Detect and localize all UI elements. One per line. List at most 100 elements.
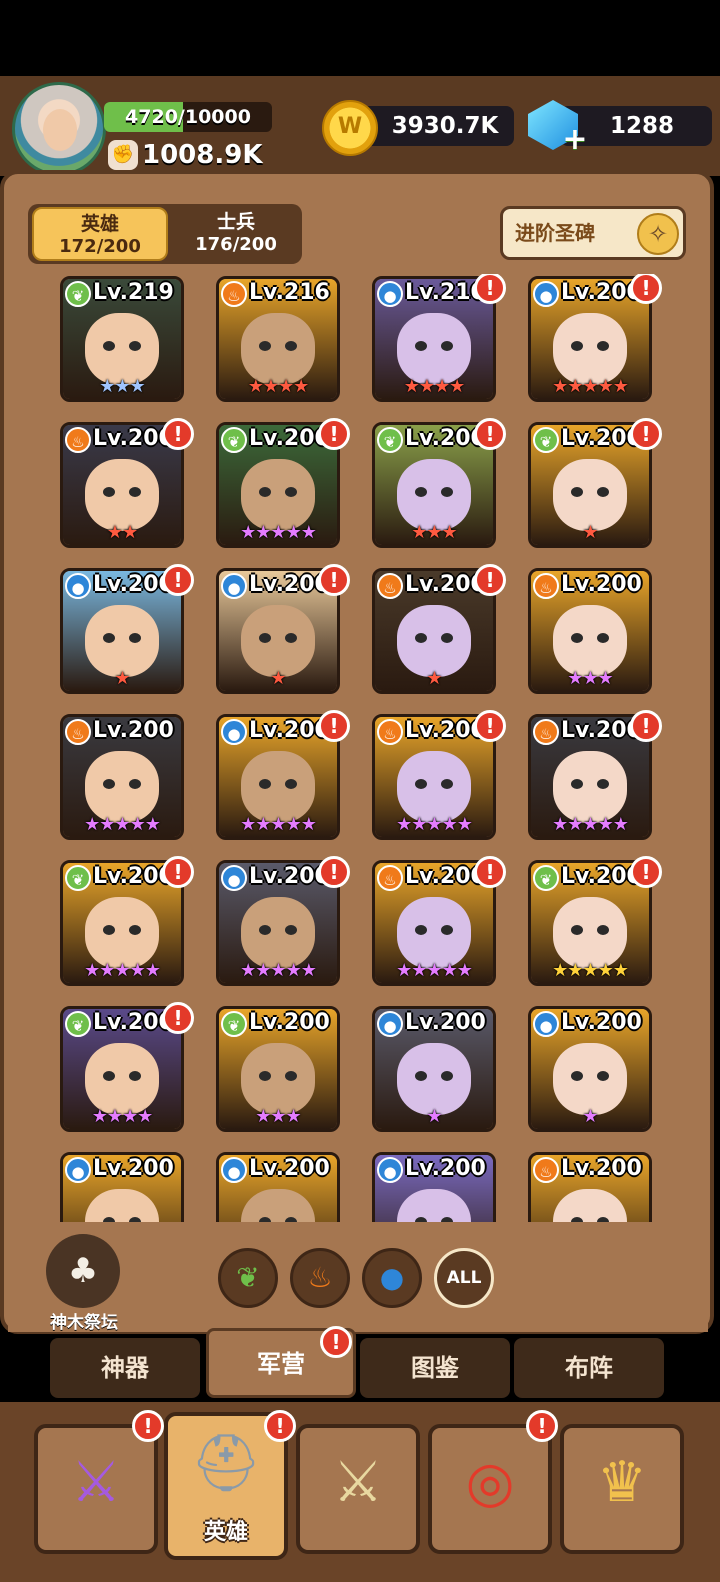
gold-value: 3930.7K <box>391 113 499 139</box>
hero-face <box>85 459 159 531</box>
trophy-icon: ♛ <box>596 1450 648 1515</box>
hero-face <box>553 751 627 823</box>
filter-fire-button[interactable]: ♨ <box>290 1248 350 1308</box>
tab-soldiers[interactable]: 士兵 176/200 <box>172 207 300 261</box>
hero-stars: ★★★★★ <box>240 814 317 835</box>
hero-face <box>85 313 159 385</box>
water-drop-icon: ● <box>221 865 247 891</box>
hero-face <box>553 605 627 677</box>
hero-eye <box>441 341 453 351</box>
hero-face <box>241 605 315 677</box>
alert-badge: ! <box>474 274 506 304</box>
hero-eye <box>415 779 427 789</box>
hero-eye <box>285 1071 297 1081</box>
sacred-tree-altar-button[interactable]: ♣ <box>46 1234 120 1308</box>
hero-eye <box>441 1071 453 1081</box>
hero-card[interactable]: ● Lv.200 ★ <box>528 1006 652 1132</box>
hero-eye <box>103 925 115 935</box>
hero-stars: ★★★ <box>411 522 457 543</box>
leaf-icon: ❦ <box>65 1011 91 1037</box>
hero-level: Lv.200 <box>249 1156 330 1181</box>
advance-monument-button[interactable]: 进阶圣碑 ✧ <box>500 206 686 260</box>
water-drop-icon: ● <box>377 1011 403 1037</box>
hero-eye <box>103 633 115 643</box>
player-avatar[interactable] <box>12 82 106 176</box>
hero-eye <box>571 633 583 643</box>
hero-stars: ★★★★★ <box>396 960 473 981</box>
hero-card[interactable]: ♨ Lv.200 <box>528 1152 652 1222</box>
hero-eye <box>285 779 297 789</box>
fire-icon: ♨ <box>307 1261 333 1294</box>
hero-card[interactable]: ❦ Lv.200 ★★★ <box>216 1006 340 1132</box>
hero-face <box>241 897 315 969</box>
leaf-icon: ❦ <box>533 427 559 453</box>
nav-target-button[interactable]: ◎ <box>428 1424 552 1554</box>
filter-leaf-button[interactable]: ❦ <box>218 1248 278 1308</box>
target-icon: ◎ <box>465 1450 515 1515</box>
nav-equipment-button[interactable]: ⚔ <box>34 1424 158 1554</box>
water-drop-icon: ● <box>221 573 247 599</box>
tab-heroes-count: 172/200 <box>59 236 141 257</box>
tab-formation[interactable]: 布阵 <box>514 1338 664 1398</box>
hero-eye <box>415 633 427 643</box>
hero-eye <box>597 779 609 789</box>
hero-eye <box>597 1071 609 1081</box>
hero-face <box>85 751 159 823</box>
alert-badge: ! <box>162 564 194 596</box>
advance-monument-label: 进阶圣碑 <box>515 221 595 245</box>
hero-eye <box>571 925 583 935</box>
hero-face <box>85 605 159 677</box>
leaf-icon: ❦ <box>65 281 91 307</box>
alert-badge: ! <box>264 1410 296 1442</box>
leaf-icon: ❦ <box>65 865 91 891</box>
hero-card[interactable]: ♨ Lv.200 ★★★ <box>528 568 652 694</box>
hero-face <box>553 459 627 531</box>
fist-icon: ✊ <box>108 140 138 170</box>
hero-level: Lv.200 <box>405 1156 486 1181</box>
hero-card[interactable]: ● Lv.200 ★ <box>372 1006 496 1132</box>
hero-level: Lv.200 <box>93 718 174 743</box>
hero-face <box>553 1043 627 1115</box>
hero-card[interactable]: ● Lv.200 <box>372 1152 496 1222</box>
hero-eye <box>571 487 583 497</box>
add-gems-icon[interactable]: + <box>562 125 588 155</box>
hero-card[interactable]: ♨ Lv.200 ★★★★★ <box>60 714 184 840</box>
hero-eye <box>285 925 297 935</box>
hero-eye <box>285 633 297 643</box>
hero-card[interactable]: ❦ Lv.219 ★★★ <box>60 276 184 402</box>
nav-trophy-button[interactable]: ♛ <box>560 1424 684 1554</box>
hero-face <box>241 751 315 823</box>
hero-stars: ★★★ <box>567 668 613 689</box>
hero-level: Lv.200 <box>561 1156 642 1181</box>
hero-eye <box>441 633 453 643</box>
hero-stars: ★ <box>582 522 598 543</box>
tab-codex[interactable]: 图鉴 <box>360 1338 510 1398</box>
hero-eye <box>597 633 609 643</box>
hero-eye <box>129 633 141 643</box>
hero-eye <box>597 487 609 497</box>
hero-face <box>553 313 627 385</box>
hero-stars: ★★★★★ <box>240 960 317 981</box>
fire-icon: ♨ <box>377 865 403 891</box>
alert-badge: ! <box>318 564 350 596</box>
hero-stars: ★★★★★ <box>396 814 473 835</box>
hero-stars: ★ <box>270 668 286 689</box>
nav-battle-button[interactable]: ⚔ <box>296 1424 420 1554</box>
hero-card[interactable]: ♨ Lv.216 ★★★★ <box>216 276 340 402</box>
hero-card[interactable]: ● Lv.200 <box>60 1152 184 1222</box>
tab-heroes[interactable]: 英雄 172/200 <box>32 207 168 261</box>
nav-heroes-label: 英雄 <box>203 1520 248 1545</box>
filter-water-button[interactable]: ● <box>362 1248 422 1308</box>
hero-face <box>241 1043 315 1115</box>
hero-eye <box>129 1071 141 1081</box>
fire-icon: ♨ <box>533 1157 559 1183</box>
fire-icon: ♨ <box>221 281 247 307</box>
hero-eye <box>103 341 115 351</box>
xp-bar: 4720/10000 <box>104 102 272 132</box>
hero-card[interactable]: ● Lv.200 <box>216 1152 340 1222</box>
tab-artifacts[interactable]: 神器 <box>50 1338 200 1398</box>
gem-value: 1288 <box>609 113 674 139</box>
filter-all-button[interactable]: ALL <box>434 1248 494 1308</box>
sword-banner-icon: ⚔ <box>70 1450 122 1515</box>
power-value: 1008.9K <box>142 140 263 170</box>
